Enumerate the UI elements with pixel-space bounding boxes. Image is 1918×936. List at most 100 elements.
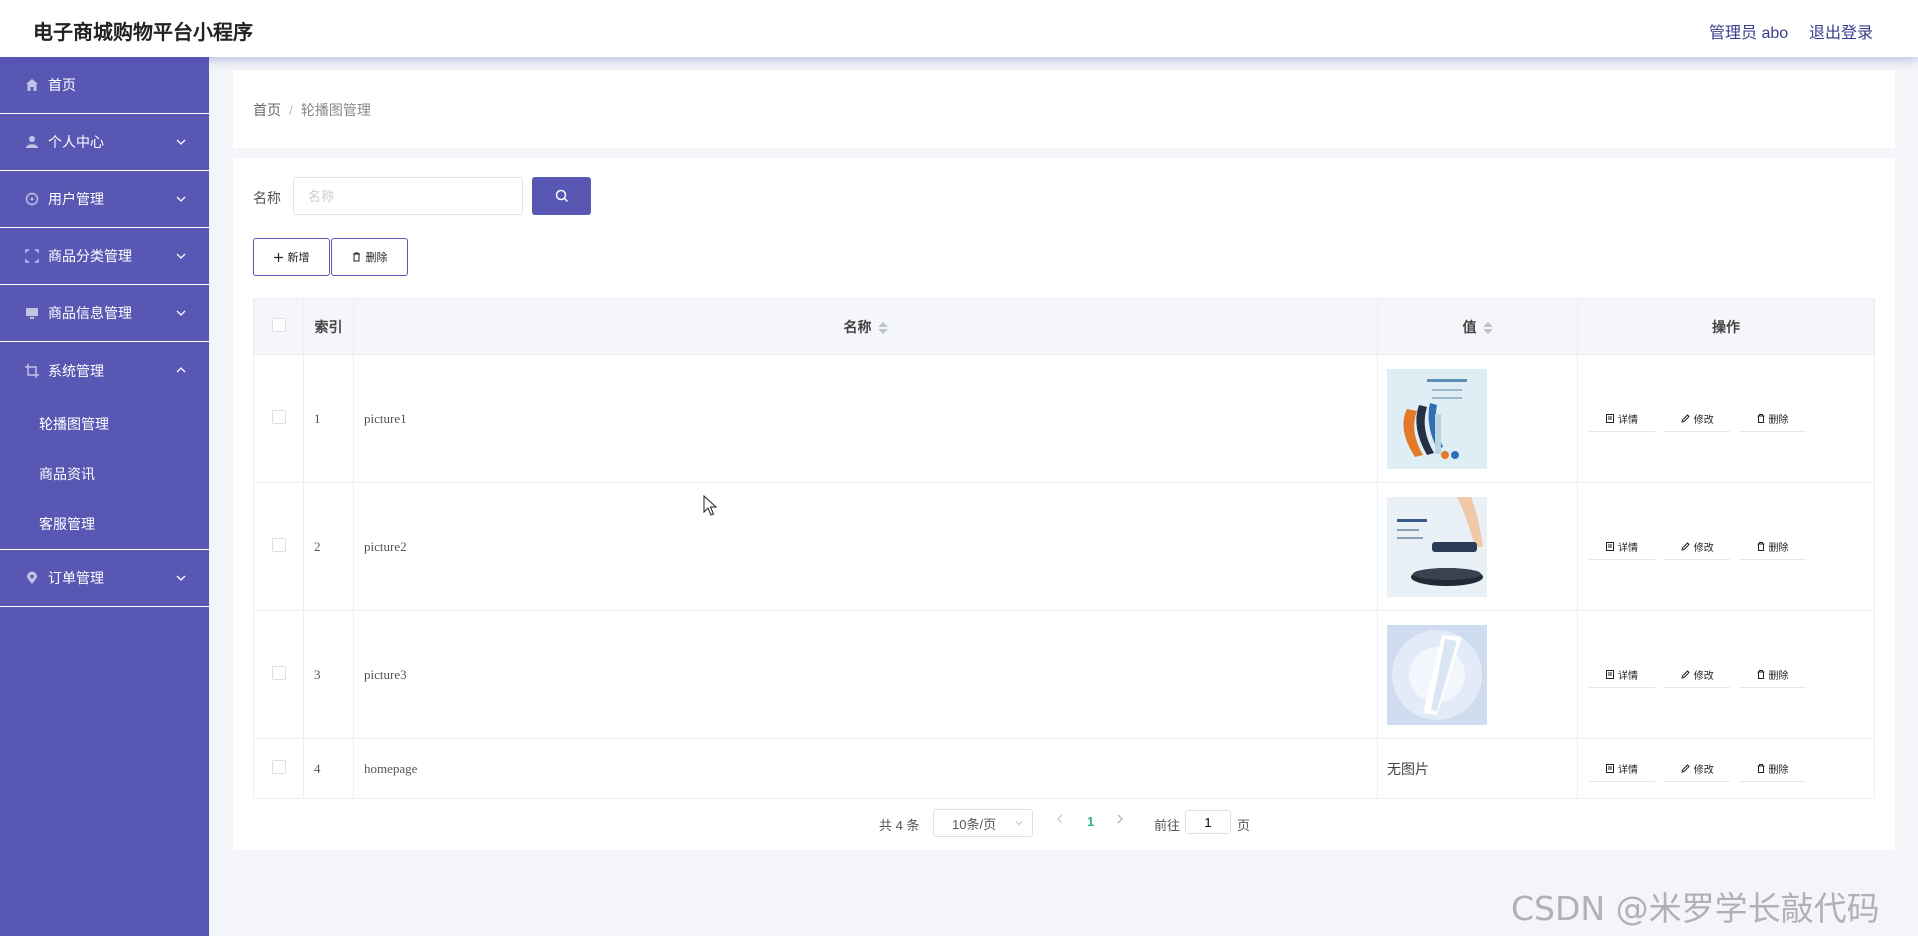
monitor-icon — [24, 305, 40, 321]
page-size-value: 10条/页 — [952, 816, 997, 832]
plus-icon — [273, 252, 283, 262]
detail-label: 详情 — [1618, 670, 1638, 682]
page-size-select[interactable]: 10条/页 — [933, 809, 1033, 837]
breadcrumb-home[interactable]: 首页 — [253, 102, 281, 118]
row-ops-cell: 详情 修改 删除 — [1577, 482, 1875, 611]
delete-button[interactable]: 删除 — [1739, 756, 1806, 782]
sidebar-subitem-carousel[interactable]: 轮播图管理 — [0, 399, 209, 449]
goto-suffix: 页 — [1237, 818, 1251, 833]
sidebar-subitem-news[interactable]: 商品资讯 — [0, 449, 209, 499]
category-icon — [24, 248, 40, 264]
delete-label: 删除 — [1768, 414, 1789, 426]
detail-label: 详情 — [1618, 542, 1638, 554]
sidebar-item-profile[interactable]: 个人中心 — [0, 114, 209, 171]
row-index: 4 — [303, 738, 354, 799]
sidebar-item-label: 商品分类管理 — [48, 248, 132, 264]
system-submenu: 轮播图管理 商品资讯 客服管理 — [0, 399, 209, 550]
edit-button[interactable]: 修改 — [1664, 756, 1731, 782]
document-icon — [1606, 763, 1614, 773]
logout-link[interactable]: 退出登录 — [1809, 19, 1873, 43]
table-row: 2 picture2 详情 修改 删除 — [253, 482, 1875, 611]
row-checkbox[interactable] — [271, 537, 286, 552]
row-index: 2 — [303, 482, 354, 611]
sidebar-item-system[interactable]: 系统管理 — [0, 342, 209, 399]
banner-light-thumbnail[interactable] — [1387, 624, 1487, 725]
sidebar-subitem-service[interactable]: 客服管理 — [0, 499, 209, 549]
sidebar: 首页 个人中心 用户管理 商品分类管理 商品信息管理 系统管理 轮播图管理 商品… — [0, 57, 209, 936]
sidebar-item-label: 订单管理 — [48, 570, 104, 586]
breadcrumb: 首页 / 轮播图管理 — [253, 100, 371, 120]
sidebar-item-label: 用户管理 — [48, 191, 104, 207]
sidebar-item-label: 个人中心 — [48, 134, 104, 150]
crop-icon — [24, 363, 40, 379]
location-icon — [24, 570, 40, 586]
delete-button[interactable]: 删除 — [1739, 662, 1806, 688]
home-icon — [24, 77, 40, 93]
delete-button[interactable]: 删除 — [1739, 406, 1806, 432]
search-icon — [555, 189, 568, 203]
detail-button[interactable]: 详情 — [1589, 756, 1655, 782]
search-button[interactable] — [532, 177, 591, 215]
search-input[interactable] — [293, 177, 523, 215]
sidebar-item-orders[interactable]: 订单管理 — [0, 550, 209, 607]
edit-button[interactable]: 修改 — [1664, 406, 1731, 432]
row-checkbox[interactable] — [271, 665, 286, 680]
chevron-down-icon — [176, 575, 186, 581]
column-header-name-label: 名称 — [843, 318, 872, 335]
row-checkbox-cell — [253, 610, 304, 739]
row-ops-cell: 详情 修改 删除 — [1577, 738, 1875, 799]
table-row: 3 picture3 详情 修改 删除 — [253, 610, 1875, 739]
row-checkbox[interactable] — [271, 759, 286, 774]
chevron-down-icon — [176, 139, 186, 145]
edit-label: 修改 — [1693, 414, 1714, 426]
delete-label: 删除 — [1768, 764, 1789, 776]
select-all-cell — [253, 298, 304, 355]
add-button[interactable]: 新增 — [253, 238, 330, 276]
edit-button[interactable]: 修改 — [1664, 662, 1731, 688]
no-image-text: 无图片 — [1387, 760, 1429, 777]
row-value-cell — [1377, 610, 1578, 739]
pagination-total: 共 4 条 — [879, 818, 920, 833]
row-name: picture2 — [353, 482, 1378, 611]
sidebar-item-label: 首页 — [48, 77, 76, 93]
watermark: CSDN @米罗学长敲代码 — [1511, 889, 1880, 928]
prev-page-button[interactable] — [1055, 813, 1065, 828]
app-title: 电子商城购物平台小程序 — [33, 22, 253, 44]
trash-icon — [1757, 541, 1765, 551]
row-checkbox[interactable] — [271, 409, 286, 424]
row-name: picture3 — [353, 610, 1378, 739]
table-header-row: 索引 名称 值 操作 — [253, 298, 1875, 355]
edit-label: 修改 — [1693, 542, 1714, 554]
sidebar-item-label: 商品信息管理 — [48, 305, 132, 321]
detail-button[interactable]: 详情 — [1589, 534, 1655, 560]
column-header-value[interactable]: 值 — [1377, 298, 1578, 355]
banner-pad-thumbnail[interactable] — [1387, 496, 1487, 597]
row-value-cell — [1377, 482, 1578, 611]
row-checkbox-cell — [253, 738, 304, 799]
next-page-button[interactable] — [1115, 813, 1125, 828]
batch-delete-button[interactable]: 删除 — [331, 238, 408, 276]
document-icon — [1606, 541, 1614, 551]
add-button-label: 新增 — [287, 252, 310, 264]
column-header-name[interactable]: 名称 — [353, 298, 1378, 355]
detail-button[interactable]: 详情 — [1589, 662, 1655, 688]
search-label: 名称 — [253, 190, 281, 206]
main-card: 名称 新增 删除 索引 名称 值 操作 1 picture1 — [233, 158, 1895, 850]
delete-label: 删除 — [1768, 542, 1789, 554]
delete-button[interactable]: 删除 — [1739, 534, 1806, 560]
select-all-checkbox[interactable] — [271, 318, 286, 332]
breadcrumb-current: 轮播图管理 — [300, 102, 371, 118]
table-row: 1 picture1 详情 修改 删除 — [253, 354, 1875, 483]
goto-page-input[interactable] — [1185, 810, 1231, 834]
sidebar-item-home[interactable]: 首页 — [0, 57, 209, 114]
current-user-label: 管理员 abo — [1709, 25, 1789, 42]
top-header: 电子商城购物平台小程序 管理员 abo 退出登录 — [0, 0, 1918, 57]
banner-watch-thumbnail[interactable] — [1387, 368, 1487, 469]
edit-icon — [1681, 541, 1690, 551]
page-number-1[interactable]: 1 — [1087, 814, 1094, 829]
sidebar-item-category[interactable]: 商品分类管理 — [0, 228, 209, 285]
sidebar-item-users[interactable]: 用户管理 — [0, 171, 209, 228]
sidebar-item-goods[interactable]: 商品信息管理 — [0, 285, 209, 342]
detail-button[interactable]: 详情 — [1589, 406, 1655, 432]
edit-button[interactable]: 修改 — [1664, 534, 1731, 560]
